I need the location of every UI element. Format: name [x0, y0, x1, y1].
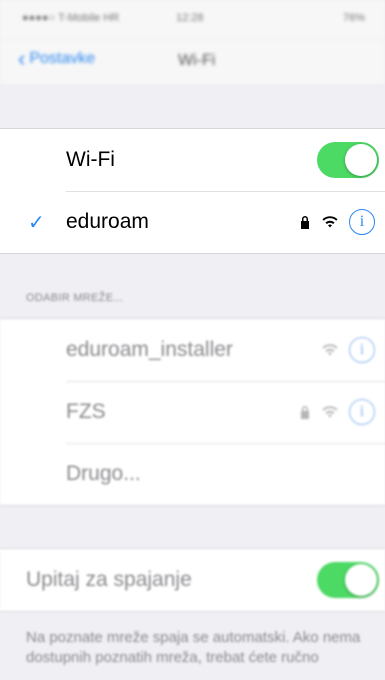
info-button[interactable]: i	[349, 399, 375, 425]
page-title: Wi-Fi	[178, 52, 216, 69]
info-icon: i	[359, 213, 365, 230]
chevron-left-icon: ‹	[18, 46, 26, 71]
connected-network-name: eduroam	[66, 210, 149, 233]
wifi-group: Wi-Fi ✓ eduroam i	[0, 128, 385, 254]
wifi-signal-icon	[322, 344, 338, 356]
wifi-toggle-row: Wi-Fi	[0, 129, 385, 191]
info-icon: i	[359, 403, 365, 420]
back-button[interactable]: ‹ Postavke	[18, 46, 96, 71]
navigation-bar: ‹ Postavke Wi-Fi	[0, 40, 385, 84]
other-network-label: Drugo...	[66, 462, 141, 485]
lock-icon	[301, 406, 309, 419]
battery-text: 76%	[342, 12, 365, 24]
clock-text: 12:28	[176, 12, 204, 24]
wifi-toggle-label: Wi-Fi	[66, 148, 115, 171]
other-network-row[interactable]: Drugo...	[0, 443, 385, 505]
status-bar: ●●●●○ T-Mobile HR 12:28 76%	[0, 0, 385, 40]
toggle-knob	[345, 144, 377, 176]
toggle-knob	[345, 564, 377, 596]
checkmark-icon: ✓	[28, 211, 45, 234]
lock-icon	[301, 216, 309, 229]
ask-to-join-row: Upitaj za spajanje	[0, 549, 385, 611]
wifi-signal-icon	[322, 216, 338, 228]
ask-to-join-description: Na poznate mreže spaja se automatski. Ak…	[26, 629, 361, 666]
wifi-toggle[interactable]	[317, 142, 379, 178]
carrier-text: ●●●●○ T-Mobile HR	[22, 12, 120, 24]
connected-network-row[interactable]: ✓ eduroam i	[0, 191, 385, 253]
network-name: eduroam_installer	[66, 338, 233, 361]
network-row[interactable]: FZS i	[0, 381, 385, 443]
networks-group: eduroam_installer i FZS i Drugo...	[0, 318, 385, 506]
network-row[interactable]: eduroam_installer i	[0, 319, 385, 381]
ask-to-join-toggle[interactable]	[317, 562, 379, 598]
ask-to-join-group: Upitaj za spajanje	[0, 548, 385, 612]
wifi-signal-icon	[322, 406, 338, 418]
info-icon: i	[359, 341, 365, 358]
section-header: ODABIR MREŽE...	[26, 292, 124, 304]
network-name: FZS	[66, 400, 106, 423]
ask-to-join-label: Upitaj za spajanje	[26, 568, 192, 591]
info-button[interactable]: i	[349, 337, 375, 363]
back-button-label: Postavke	[29, 50, 96, 67]
info-button[interactable]: i	[349, 209, 375, 235]
